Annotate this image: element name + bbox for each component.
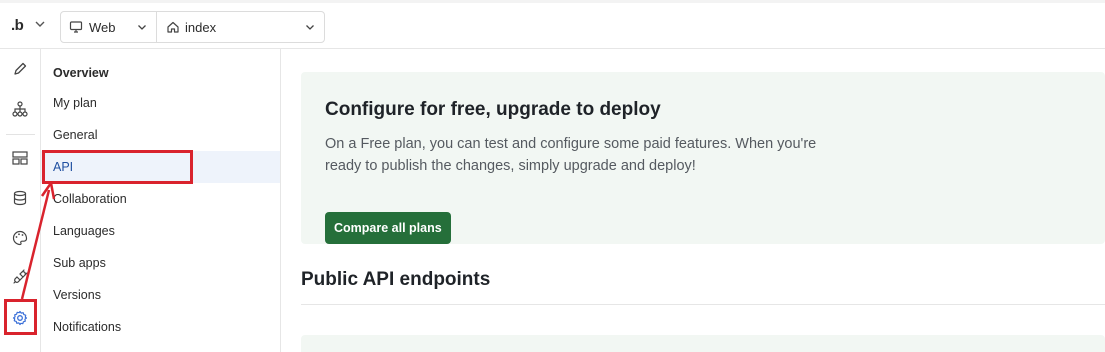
pencil-icon[interactable] <box>11 60 29 78</box>
chevron-down-icon <box>306 25 314 30</box>
editor-window: .b Web index Overview My plan General AP… <box>0 0 1105 352</box>
banner-text: On a Free plan, you can test and configu… <box>325 136 817 174</box>
chevron-down-icon <box>138 25 146 30</box>
palette-icon[interactable] <box>11 229 29 247</box>
nav-item-sub-apps[interactable]: Sub apps <box>41 247 280 279</box>
layout-icon[interactable] <box>11 149 29 167</box>
settings-nav: Overview My plan General API Collaborati… <box>41 49 281 352</box>
nav-item-overview[interactable]: Overview <box>41 57 280 89</box>
page-selector-group: Web index <box>60 11 325 43</box>
api-highlight-box <box>42 150 193 184</box>
section-title: Public API endpoints <box>301 269 491 290</box>
page-value: index <box>185 20 217 35</box>
upgrade-banner: Configure for free, upgrade to deploy On… <box>301 72 1105 244</box>
monitor-icon <box>69 21 83 33</box>
home-icon <box>167 21 179 33</box>
page-dropdown[interactable]: index <box>157 12 324 42</box>
banner-title: Configure for free, upgrade to deploy <box>325 99 661 120</box>
section-divider <box>301 304 1105 305</box>
nav-item-collaboration[interactable]: Collaboration <box>41 183 280 215</box>
main-content: Configure for free, upgrade to deploy On… <box>281 49 1105 352</box>
plug-icon[interactable] <box>11 268 29 286</box>
nav-item-languages[interactable]: Languages <box>41 215 280 247</box>
database-icon[interactable] <box>11 189 29 207</box>
rail-divider <box>6 134 35 135</box>
app-logo[interactable]: .b <box>11 17 24 34</box>
platform-value: Web <box>89 20 116 35</box>
nav-item-my-plan[interactable]: My plan <box>41 87 280 119</box>
platform-dropdown[interactable]: Web <box>61 12 157 42</box>
endpoints-card <box>301 335 1105 352</box>
settings-highlight-box <box>4 299 37 335</box>
nav-item-general[interactable]: General <box>41 119 280 151</box>
compare-plans-button[interactable]: Compare all plans <box>325 212 451 244</box>
workflow-icon[interactable] <box>11 100 29 118</box>
chevron-down-icon[interactable] <box>33 17 47 31</box>
nav-item-versions[interactable]: Versions <box>41 279 280 311</box>
top-bar: .b Web index <box>0 0 1105 49</box>
nav-item-notifications[interactable]: Notifications <box>41 311 280 343</box>
